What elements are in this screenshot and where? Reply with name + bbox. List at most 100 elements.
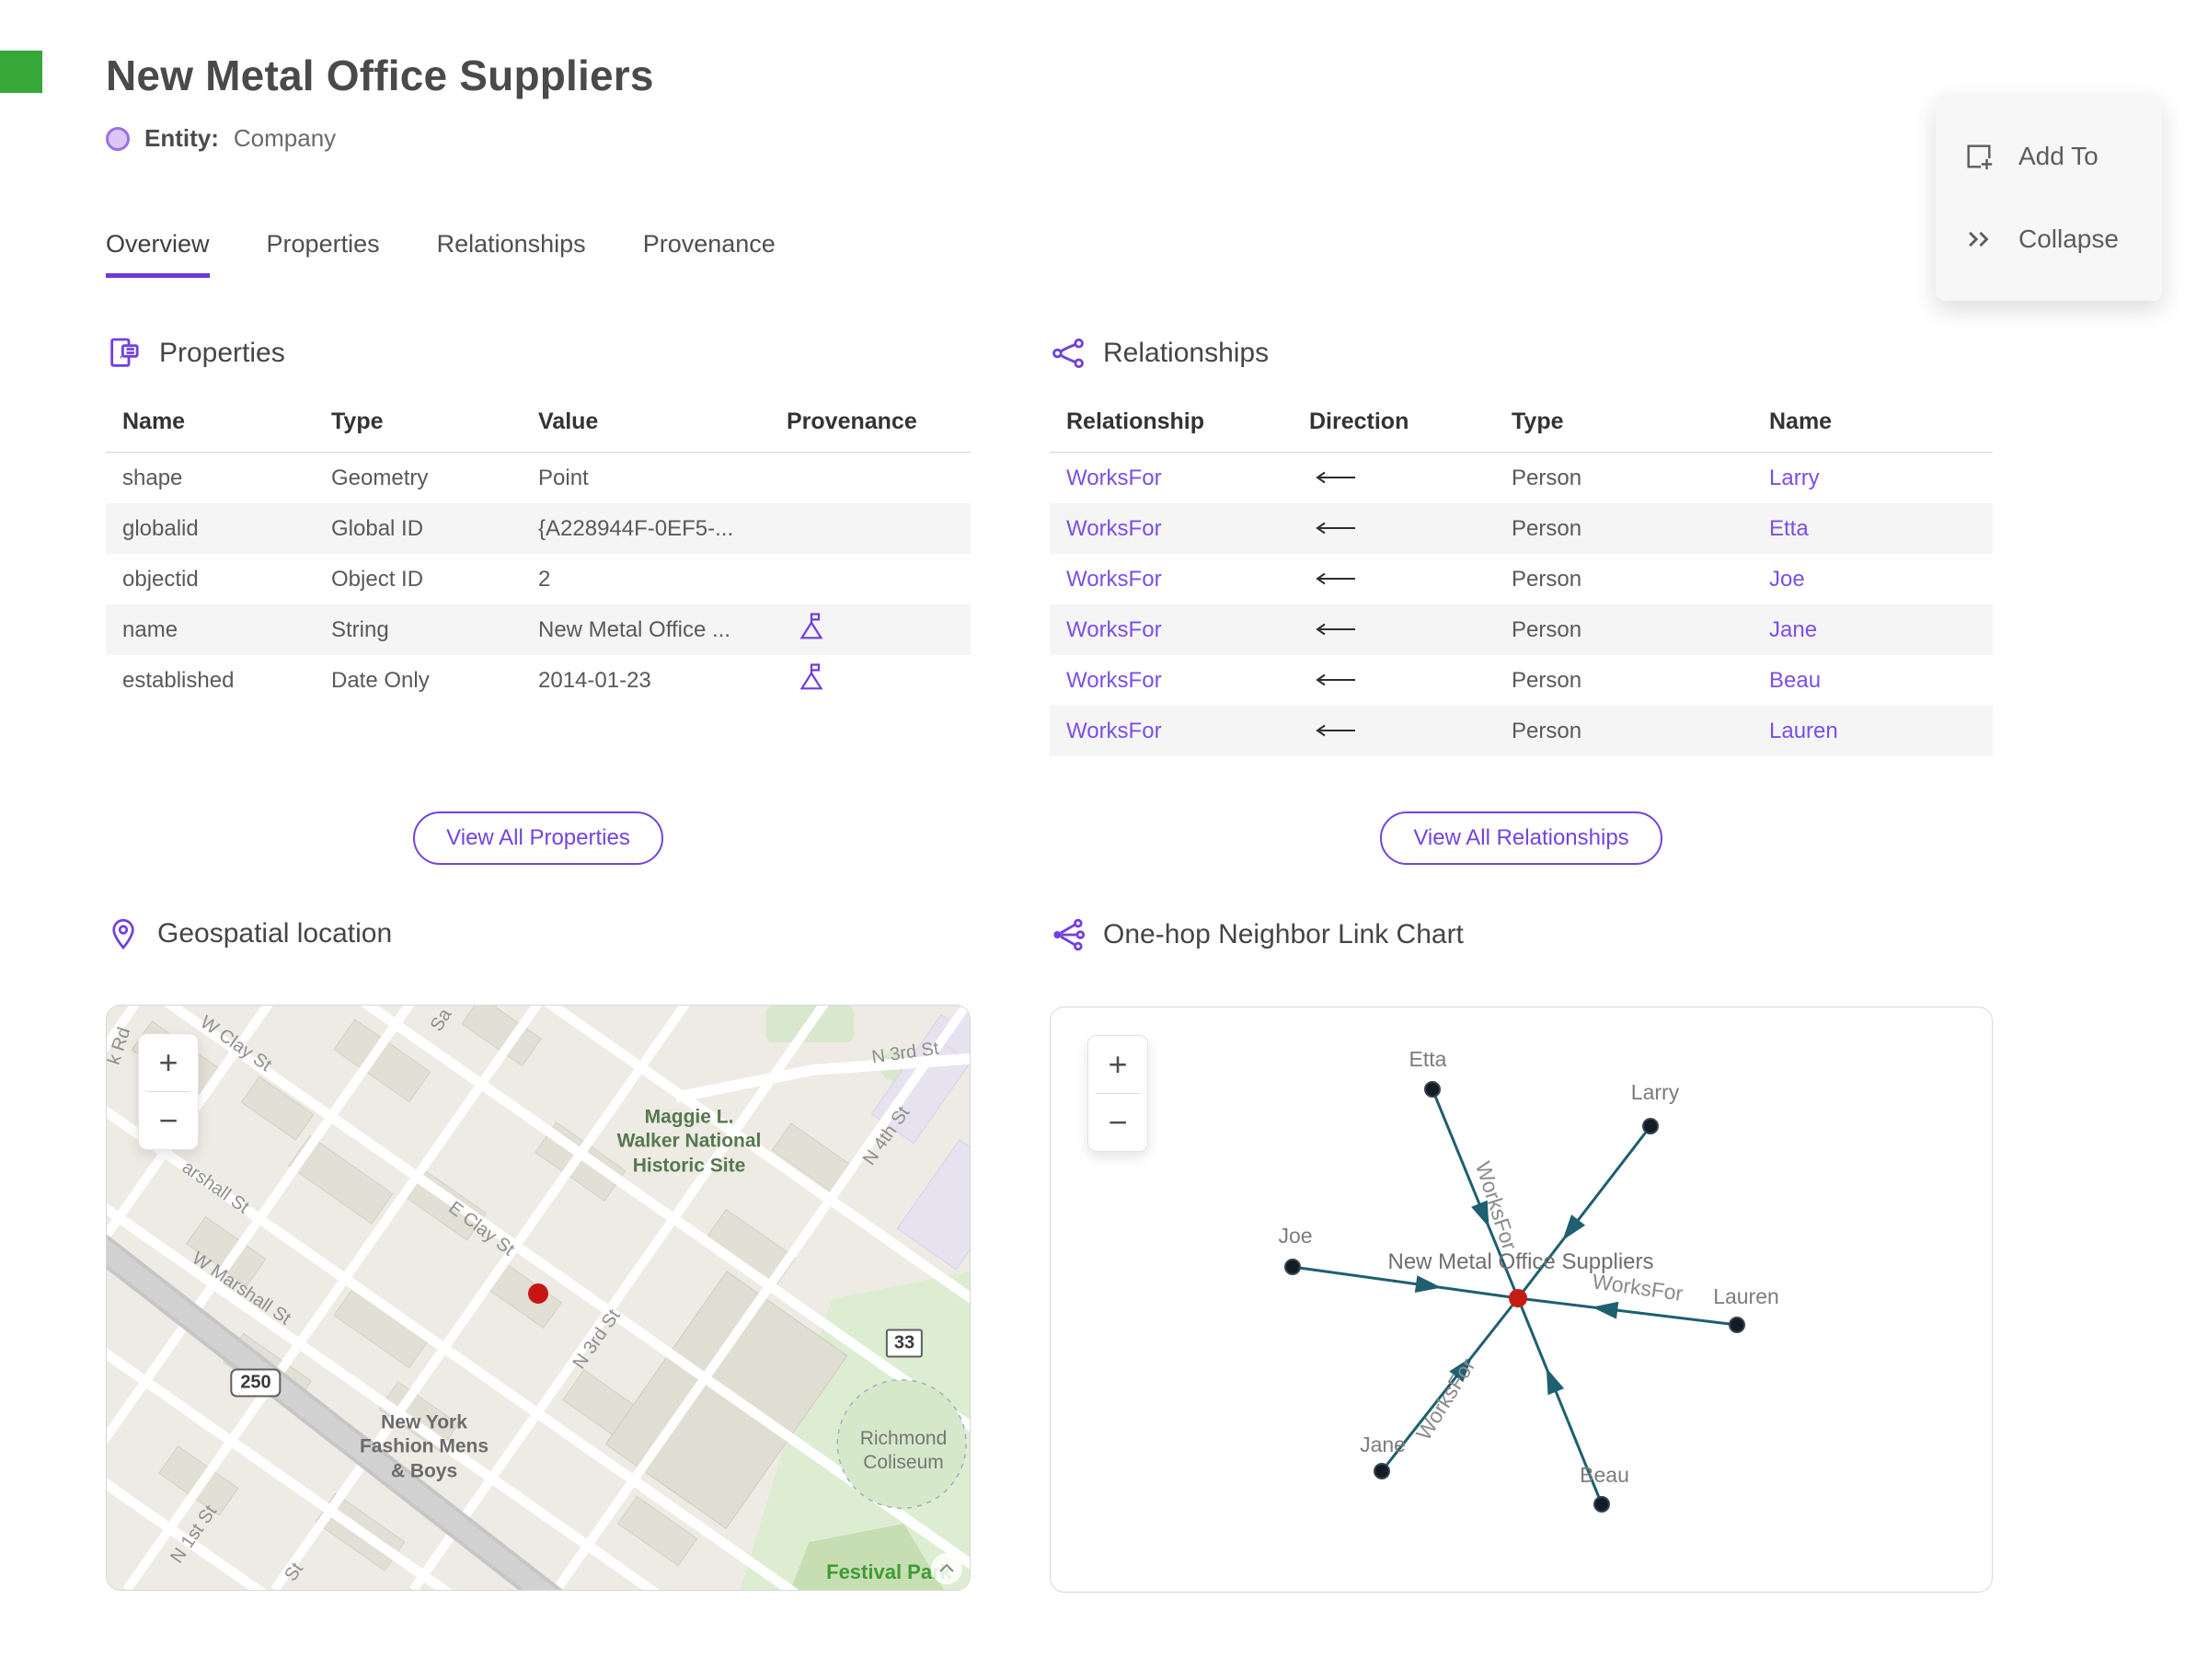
- chart-node-label: Joe: [1278, 1224, 1312, 1248]
- direction-left-arrow-icon: [1309, 466, 1359, 490]
- property-name-cell: established: [122, 667, 235, 693]
- table-row: WorksFor Person Joe: [1050, 554, 1993, 604]
- chart-node-label: Larry: [1631, 1080, 1680, 1104]
- related-entity-link[interactable]: Etta: [1769, 516, 1809, 541]
- menu-item-collapse[interactable]: Collapse: [1936, 198, 2162, 281]
- property-name-cell: name: [122, 616, 178, 642]
- entity-color-dot-icon: [106, 126, 130, 151]
- geospatial-section: Geospatial location k Rd W Clay St Sa ar…: [106, 916, 971, 1593]
- related-type-cell: Person: [1512, 718, 1582, 743]
- chart-edge-arrowhead: [1562, 1214, 1586, 1241]
- provenance-flag-icon[interactable]: [798, 662, 825, 692]
- direction-left-arrow-icon: [1309, 668, 1359, 693]
- direction-left-arrow-icon: [1309, 516, 1359, 541]
- relationships-section-title: Relationships: [1103, 338, 1270, 368]
- related-entity-link[interactable]: Beau: [1769, 668, 1821, 693]
- related-entity-link[interactable]: Joe: [1769, 567, 1805, 592]
- relationship-link[interactable]: WorksFor: [1066, 668, 1162, 693]
- chart-node[interactable]: [1642, 1118, 1659, 1134]
- property-provenance-cell: [787, 662, 971, 698]
- provenance-flag-icon[interactable]: [798, 612, 825, 641]
- relationship-cell: WorksFor: [1050, 617, 1309, 643]
- property-value-cell: Point: [538, 465, 589, 490]
- map-zoom-out-button[interactable]: −: [139, 1092, 198, 1149]
- relationship-cell: WorksFor: [1050, 466, 1309, 491]
- tab-overview[interactable]: Overview: [106, 230, 210, 278]
- relationship-link[interactable]: WorksFor: [1066, 617, 1162, 642]
- geospatial-pin-icon: [112, 919, 134, 950]
- table-row: WorksFor Person Larry: [1050, 453, 1993, 503]
- property-name-cell: objectid: [122, 566, 199, 592]
- relationship-cell: WorksFor: [1050, 719, 1309, 744]
- col-relationship: Relationship: [1066, 408, 1205, 434]
- tab-relationships[interactable]: Relationships: [437, 230, 586, 278]
- chart-node[interactable]: [1509, 1289, 1527, 1307]
- chart-node[interactable]: [1593, 1496, 1610, 1513]
- direction-cell: [1309, 668, 1512, 694]
- chart-zoom-in-button[interactable]: +: [1088, 1036, 1147, 1093]
- chart-node[interactable]: [1424, 1081, 1441, 1098]
- chart-edge-arrowhead: [1546, 1367, 1565, 1396]
- tab-properties[interactable]: Properties: [267, 230, 380, 278]
- chart-node[interactable]: [1374, 1463, 1390, 1479]
- related-entity-link[interactable]: Larry: [1769, 466, 1820, 490]
- direction-cell: [1309, 617, 1512, 643]
- chart-zoom-out-button[interactable]: −: [1088, 1094, 1147, 1151]
- menu-item-add-to[interactable]: Add To: [1936, 115, 2162, 198]
- related-type-cell: Person: [1512, 616, 1582, 642]
- direction-cell: [1309, 516, 1512, 542]
- related-entity-link[interactable]: Lauren: [1769, 719, 1838, 743]
- relationship-link[interactable]: WorksFor: [1066, 466, 1162, 490]
- view-all-relationships-button[interactable]: View All Relationships: [1380, 811, 1662, 865]
- map-canvas[interactable]: k Rd W Clay St Sa arshall St E Clay St W…: [106, 1005, 971, 1591]
- map-zoom-in-button[interactable]: +: [139, 1034, 198, 1091]
- table-row: WorksFor Person Lauren: [1050, 706, 1993, 756]
- direction-cell: [1309, 567, 1512, 593]
- related-name-cell: Etta: [1769, 516, 1993, 542]
- map-zoom-control: + −: [138, 1033, 199, 1150]
- table-row: WorksFor Person Beau: [1050, 655, 1993, 706]
- entity-detail-page: New Metal Office Suppliers Entity: Compa…: [0, 51, 2208, 1680]
- col-type: Type: [1512, 408, 1564, 434]
- relationship-link[interactable]: WorksFor: [1066, 567, 1162, 592]
- menu-item-label: Collapse: [2018, 224, 2119, 253]
- direction-left-arrow-icon: [1309, 617, 1359, 642]
- chart-edge-arrowhead: [1592, 1301, 1619, 1319]
- link-chart-icon: [1053, 918, 1086, 951]
- context-menu: Add To Collapse: [1936, 95, 2162, 301]
- link-chart-canvas[interactable]: + − WorksFor WorksFor WorksFor New Metal Of…: [1050, 1007, 1993, 1593]
- table-row: objectid Object ID 2: [106, 554, 971, 604]
- col-provenance: Provenance: [787, 408, 917, 434]
- col-direction: Direction: [1309, 408, 1409, 434]
- entity-type-row: Entity: Company: [106, 124, 2208, 153]
- chart-edge-arrowhead: [1414, 1275, 1442, 1293]
- relationship-link[interactable]: WorksFor: [1066, 516, 1162, 541]
- menu-item-label: Add To: [2018, 142, 2099, 170]
- related-type-cell: Person: [1512, 465, 1582, 490]
- properties-section: Properties Name Type Value Provenance sh…: [106, 335, 971, 865]
- chart-node[interactable]: [1729, 1317, 1745, 1333]
- chart-node-label: Etta: [1409, 1047, 1447, 1071]
- property-name-cell: globalid: [122, 515, 199, 541]
- properties-table-header: Name Type Value Provenance: [106, 399, 971, 453]
- property-name-cell: shape: [122, 465, 183, 490]
- chart-zoom-control: + −: [1087, 1035, 1148, 1152]
- relationship-link[interactable]: WorksFor: [1066, 719, 1162, 743]
- page-title: New Metal Office Suppliers: [106, 52, 654, 99]
- related-name-cell: Beau: [1769, 668, 1993, 694]
- entity-type-value: Company: [233, 124, 337, 152]
- related-name-cell: Lauren: [1769, 719, 1993, 744]
- col-type: Type: [331, 408, 384, 434]
- tab-provenance[interactable]: Provenance: [643, 230, 776, 278]
- property-type-cell: Geometry: [331, 465, 429, 490]
- chart-node[interactable]: [1284, 1259, 1301, 1275]
- relationships-table-body: WorksFor Person Larry WorksFor Person Etta Wor…: [1050, 453, 1993, 756]
- related-entity-link[interactable]: Jane: [1769, 617, 1817, 642]
- map-attribution-chevron-icon[interactable]: [931, 1553, 962, 1584]
- link-chart-section-title: One-hop Neighbor Link Chart: [1103, 919, 1464, 949]
- table-row: name String New Metal Office ...: [106, 604, 971, 655]
- direction-left-arrow-icon: [1309, 567, 1359, 592]
- related-type-cell: Person: [1512, 667, 1582, 693]
- view-all-properties-button[interactable]: View All Properties: [413, 811, 663, 865]
- property-type-cell: Date Only: [331, 667, 430, 693]
